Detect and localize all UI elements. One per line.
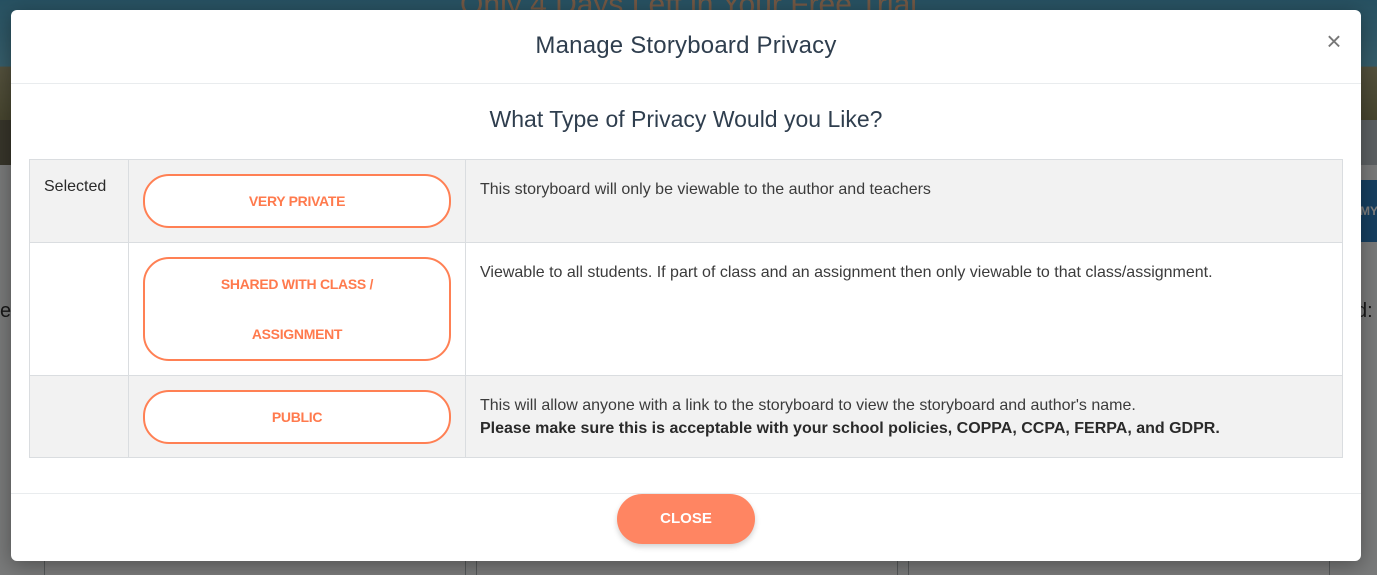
description-cell: This will allow anyone with a link to th…	[465, 375, 1343, 458]
very-private-button[interactable]: VERY PRIVATE	[143, 174, 451, 228]
shared-button-line1: SHARED WITH CLASS /	[220, 276, 374, 292]
modal-header: Manage Storyboard Privacy ×	[11, 10, 1361, 84]
button-cell: VERY PRIVATE	[128, 159, 466, 243]
privacy-modal: Manage Storyboard Privacy × What Type of…	[11, 10, 1361, 561]
privacy-options-table: Selected VERY PRIVATE This storyboard wi…	[29, 159, 1343, 458]
status-cell: Selected	[29, 159, 129, 243]
privacy-option-row-public: PUBLIC This will allow anyone with a lin…	[29, 375, 1343, 458]
shared-button-line2: ASSIGNMENT	[251, 326, 343, 342]
public-description-text: This will allow anyone with a link to th…	[480, 397, 1136, 414]
shared-with-class-button[interactable]: SHARED WITH CLASS / ASSIGNMENT	[143, 257, 451, 361]
description-cell: This storyboard will only be viewable to…	[465, 159, 1343, 243]
selected-label: Selected	[44, 178, 107, 195]
status-label	[30, 376, 128, 394]
privacy-question: What Type of Privacy Would you Like?	[489, 106, 883, 132]
close-icon[interactable]: ×	[1325, 28, 1343, 54]
very-private-description: This storyboard will only be viewable to…	[480, 181, 931, 198]
modal-footer: CLOSE	[11, 493, 1361, 561]
description-cell: Viewable to all students. If part of cla…	[465, 242, 1343, 376]
privacy-option-row-very-private: Selected VERY PRIVATE This storyboard wi…	[29, 159, 1343, 243]
public-button[interactable]: PUBLIC	[143, 390, 451, 444]
close-button[interactable]: CLOSE	[617, 494, 755, 544]
button-cell: PUBLIC	[128, 375, 466, 458]
status-cell	[29, 242, 129, 376]
public-policy-warning: Please make sure this is acceptable with…	[480, 420, 1220, 437]
button-cell: SHARED WITH CLASS / ASSIGNMENT	[128, 242, 466, 376]
public-description: This will allow anyone with a link to th…	[466, 376, 1342, 454]
modal-title: Manage Storyboard Privacy	[535, 32, 837, 59]
shared-description: Viewable to all students. If part of cla…	[480, 264, 1213, 281]
status-label	[30, 243, 128, 261]
privacy-option-row-shared: SHARED WITH CLASS / ASSIGNMENT Viewable …	[29, 242, 1343, 376]
status-cell	[29, 375, 129, 458]
